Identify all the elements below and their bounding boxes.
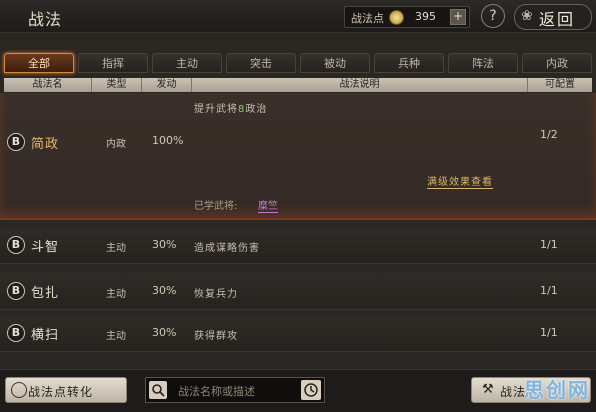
bottom-bar: 战法点转化 ⚒ 战法 xyxy=(0,369,596,412)
tactic-row[interactable]: B 斗智 主动 30% 造成谋略伤害 1/1 xyxy=(0,227,596,264)
tactic-type: 主动 xyxy=(106,331,126,342)
desc-suffix: 政治 xyxy=(245,104,268,115)
tab-command[interactable]: 指挥 xyxy=(78,53,148,73)
tactic-available: 1/1 xyxy=(540,238,558,251)
help-button[interactable]: ? xyxy=(481,4,505,28)
search-box xyxy=(145,377,325,403)
col-available[interactable]: 可配置 xyxy=(528,78,592,92)
desc-prefix: 提升武将 xyxy=(194,104,238,115)
column-header: 战法名 类型 发动 战法说明 可配置 xyxy=(4,78,592,92)
tab-internal[interactable]: 内政 xyxy=(522,53,592,73)
tactic-description: 获得群攻 xyxy=(194,331,238,342)
search-input[interactable] xyxy=(176,381,292,401)
full-effect-link[interactable]: 满级效果查看 xyxy=(427,173,493,189)
convert-points-button[interactable]: 战法点转化 xyxy=(5,377,127,403)
tactic-type: 内政 xyxy=(106,139,126,150)
learn-tactic-label: 战法 xyxy=(500,385,527,399)
tab-assault[interactable]: 突击 xyxy=(226,53,296,73)
tactic-name: 横扫 xyxy=(31,328,60,343)
add-points-button[interactable]: + xyxy=(450,9,466,25)
tactic-rate: 30% xyxy=(152,238,177,251)
tactic-points-label: 战法点 xyxy=(351,12,384,25)
grade-badge: B xyxy=(7,324,25,342)
tab-bar: 全部 指挥 主动 突击 被动 兵种 阵法 内政 xyxy=(4,53,592,73)
history-icon[interactable] xyxy=(301,380,321,400)
tactic-row[interactable]: B 包扎 主动 30% 恢复兵力 1/1 xyxy=(0,273,596,310)
col-name[interactable]: 战法名 xyxy=(4,78,92,92)
tactic-rate: 30% xyxy=(152,284,177,297)
tab-formation[interactable]: 阵法 xyxy=(448,53,518,73)
col-rate[interactable]: 发动 xyxy=(142,78,192,92)
tactic-available: 1/2 xyxy=(540,128,558,141)
tactic-rate: 100% xyxy=(152,134,184,147)
tactic-name: 斗智 xyxy=(31,240,60,255)
tactic-available: 1/1 xyxy=(540,284,558,297)
tactic-description: 造成谋略伤害 xyxy=(194,243,260,254)
tactic-points-value: 395 xyxy=(415,10,436,23)
swirl-icon: ❀ xyxy=(521,8,533,24)
tactic-name: 包扎 xyxy=(31,286,60,301)
tab-active[interactable]: 主动 xyxy=(152,53,222,73)
tactic-available: 1/1 xyxy=(540,326,558,339)
tactic-list: B 简政 内政 100% 提升武将8政治 1/2 满级效果查看 已学武将: 糜竺… xyxy=(0,93,596,367)
hammer-icon: ⚒ xyxy=(482,382,494,397)
back-button[interactable]: ❀ 返回 xyxy=(514,4,592,30)
tactic-type: 主动 xyxy=(106,289,126,300)
learned-label: 已学武将: xyxy=(194,201,238,212)
tactic-type: 主动 xyxy=(106,243,126,254)
tab-troop[interactable]: 兵种 xyxy=(374,53,444,73)
learned-general-link[interactable]: 糜竺 xyxy=(258,197,278,213)
tactic-description: 提升武将8政治 xyxy=(194,100,267,115)
page-title: 战法 xyxy=(28,10,63,29)
col-type[interactable]: 类型 xyxy=(92,78,142,92)
grade-badge: B xyxy=(7,236,25,254)
tab-all[interactable]: 全部 xyxy=(4,53,74,73)
coin-icon xyxy=(389,10,404,25)
back-label: 返回 xyxy=(539,10,576,29)
tactic-name: 简政 xyxy=(31,137,60,152)
tactic-rate: 30% xyxy=(152,326,177,339)
top-bar: 战法 战法点 395 + ? ❀ 返回 xyxy=(0,0,596,33)
tactic-row[interactable]: B 横扫 主动 30% 获得群攻 1/1 xyxy=(0,315,596,352)
tactic-row-selected[interactable]: B 简政 内政 100% 提升武将8政治 1/2 满级效果查看 已学武将: 糜竺 xyxy=(0,93,596,220)
search-icon[interactable] xyxy=(149,381,167,399)
tab-passive[interactable]: 被动 xyxy=(300,53,370,73)
watermark-logo: 思创网 xyxy=(524,378,590,402)
tactic-points-box: 战法点 395 + xyxy=(344,6,470,28)
circle-icon xyxy=(11,382,27,398)
grade-badge: B xyxy=(7,282,25,300)
convert-points-label: 战法点转化 xyxy=(28,385,94,399)
col-desc: 战法说明 xyxy=(192,78,528,92)
grade-badge: B xyxy=(7,133,25,151)
tactic-description: 恢复兵力 xyxy=(194,289,238,300)
